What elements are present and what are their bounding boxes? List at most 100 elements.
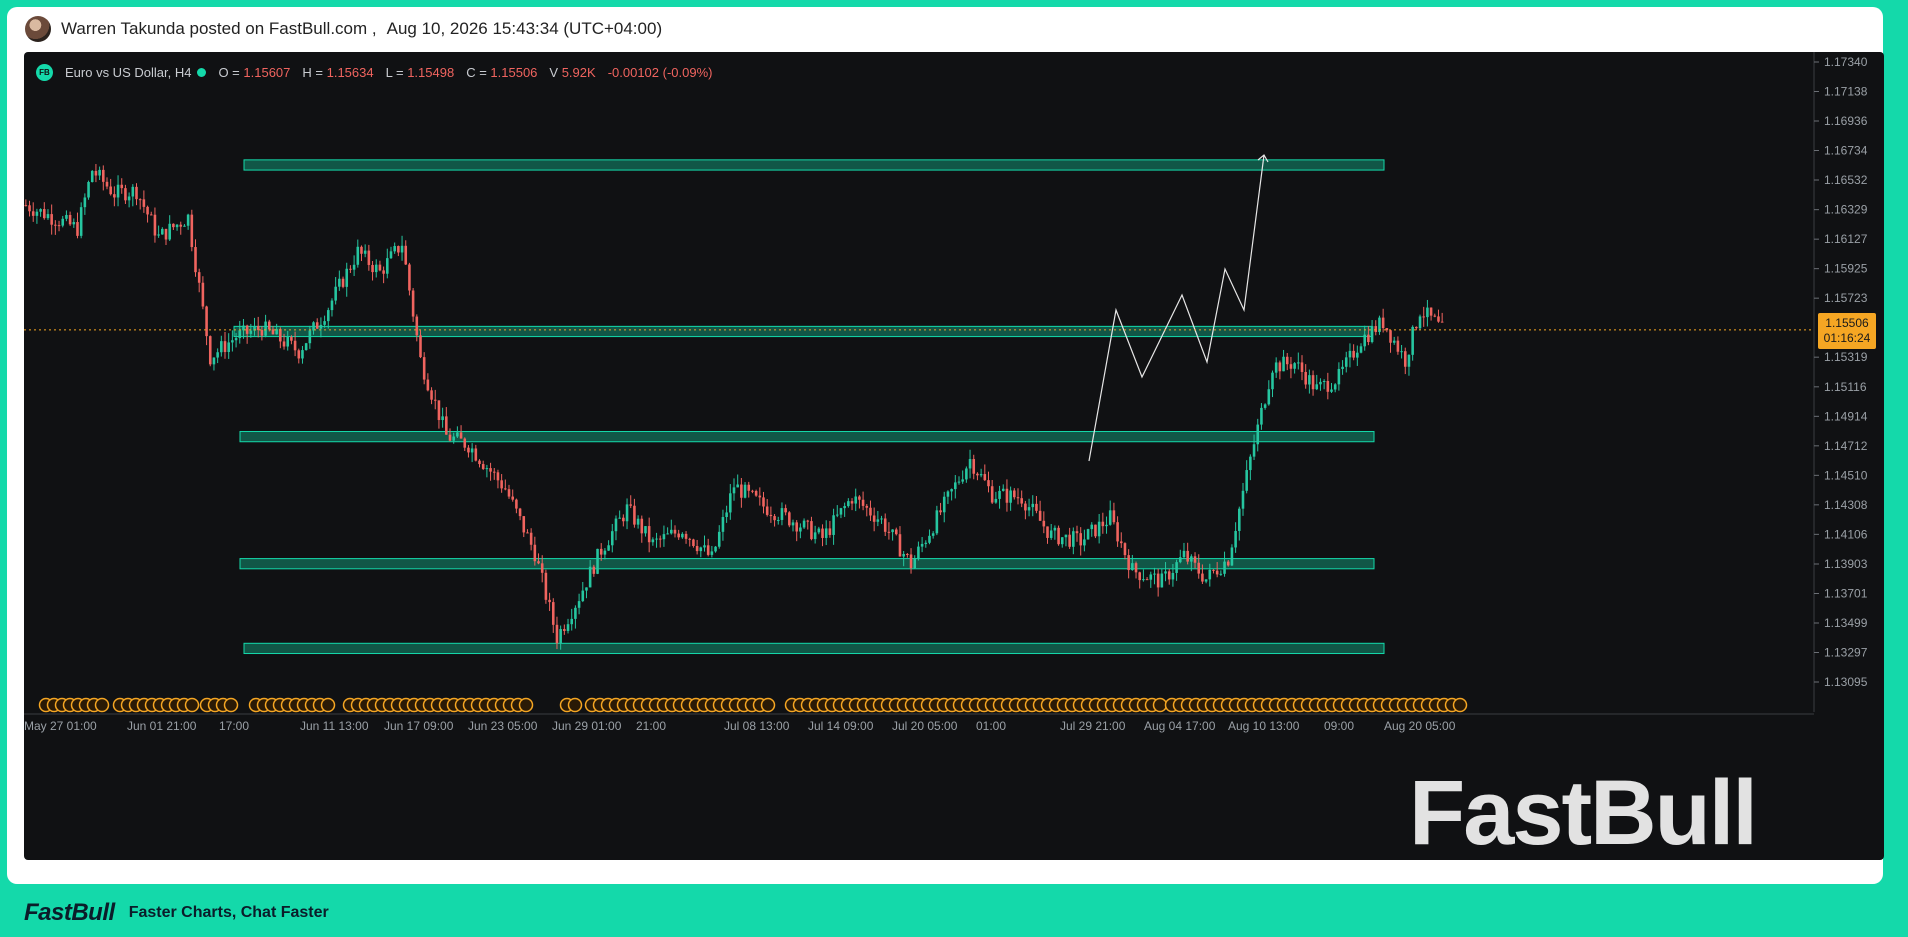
candle-body [330, 300, 334, 311]
candle-body [865, 505, 869, 508]
candle-body [666, 533, 669, 535]
candle-body [489, 468, 492, 472]
candle-body [1440, 321, 1444, 323]
candle-body [710, 551, 714, 555]
candle-body [433, 399, 437, 401]
time-tick-label: Jun 17 09:00 [384, 719, 454, 733]
economic-event-marker-icon [184, 697, 200, 713]
candle-body [28, 205, 31, 212]
candle-body [172, 223, 175, 228]
time-tick-label: 01:00 [976, 719, 1006, 733]
symbol-label[interactable]: Euro vs US Dollar, H4 [65, 65, 191, 80]
candle-body [1193, 556, 1197, 563]
price-tick-label: 1.14712 [1824, 439, 1868, 453]
candle-body [1060, 537, 1064, 545]
candle-body [419, 335, 422, 358]
candle-body [751, 490, 754, 492]
candle-body [1326, 380, 1330, 392]
support-resistance-zone [243, 642, 1385, 655]
candle-body [1422, 316, 1426, 318]
candle-body [773, 516, 776, 521]
candle-body [459, 432, 463, 439]
chart-area[interactable]: 1.17340 1.17138 1.16936 1.16734 1.16532 1.163… [24, 52, 1884, 860]
candle-body [197, 272, 201, 283]
candle-body [515, 499, 518, 509]
candle-body [234, 338, 238, 341]
price-tick-label: 1.14106 [1824, 527, 1868, 541]
candle-body [799, 527, 802, 532]
candle-body [190, 214, 194, 248]
price-tick-label: 1.16127 [1824, 232, 1868, 246]
candle-body [1219, 573, 1223, 575]
candle-body [352, 264, 356, 270]
candle-body [1344, 357, 1348, 367]
price-tick-label: 1.16936 [1824, 114, 1868, 128]
candle-body [843, 506, 846, 509]
price-tick-label: 1.16734 [1824, 144, 1868, 158]
candle-body [1149, 574, 1153, 580]
candle-body [116, 184, 120, 198]
candle-body [312, 322, 315, 331]
candle-body [533, 544, 537, 562]
candle-body [374, 264, 378, 273]
candle-body [142, 199, 146, 207]
candle-body [839, 508, 843, 515]
candle-body [769, 514, 773, 517]
candle-body [1426, 307, 1429, 318]
candle-body [633, 505, 636, 525]
candle-body [670, 529, 673, 534]
time-tick-label: Jul 29 21:00 [1060, 719, 1126, 733]
time-tick-label: Aug 04 17:00 [1144, 719, 1216, 733]
author-avatar[interactable] [25, 16, 51, 42]
candle-body [1197, 562, 1201, 574]
candle-body [1333, 384, 1337, 390]
time-tick-label: Jul 14 09:00 [808, 719, 874, 733]
candle-body [478, 460, 481, 465]
candle-body [1238, 508, 1241, 531]
time-tick-label: 09:00 [1324, 719, 1354, 733]
time-tick-label: Jun 29 01:00 [552, 719, 622, 733]
candle-body [935, 510, 939, 534]
footer-logo[interactable]: FastBull [24, 899, 115, 927]
candle-body [1127, 555, 1130, 571]
candle-body [1027, 507, 1031, 511]
candle-body [740, 484, 743, 498]
candle-body [1171, 572, 1175, 580]
candle-body [127, 196, 131, 201]
candle-body [445, 416, 448, 435]
candle-body [1145, 579, 1149, 581]
candle-body [872, 515, 876, 522]
economic-event-marker-icon [518, 697, 534, 713]
volume-value: V 5.92K [549, 64, 596, 80]
candle-body [1190, 556, 1193, 562]
candle-body [1024, 503, 1027, 511]
candle-body [559, 629, 562, 644]
candlestick-chart[interactable]: 1.17340 1.17138 1.16936 1.16734 1.16532 1.163… [24, 52, 1884, 860]
price-tick-label: 1.13701 [1824, 586, 1868, 600]
candle-body [426, 379, 430, 391]
candle-body [68, 214, 72, 225]
candle-body [821, 528, 824, 538]
status-dot-icon [197, 67, 207, 77]
candle-body [891, 529, 894, 533]
candle-body [411, 290, 415, 317]
candle-body [149, 214, 153, 216]
candle-body [817, 528, 821, 533]
candle-body [105, 181, 109, 187]
candle-body [887, 531, 891, 533]
candle-body [688, 538, 692, 540]
candle-countdown: 01:16:24 [1823, 331, 1871, 345]
candle-body [415, 316, 419, 336]
candle-body [810, 521, 813, 540]
time-tick-label: Aug 10 13:00 [1228, 719, 1300, 733]
candle-body [950, 489, 953, 492]
candle-body [496, 472, 500, 481]
time-tick-label: Jun 11 13:00 [300, 719, 369, 733]
candle-body [1009, 490, 1012, 503]
candle-body [640, 518, 644, 534]
candle-body [788, 512, 791, 526]
candle-body [1234, 530, 1237, 548]
candle-body [378, 264, 382, 271]
candle-body [714, 546, 717, 552]
candle-body [297, 350, 301, 359]
